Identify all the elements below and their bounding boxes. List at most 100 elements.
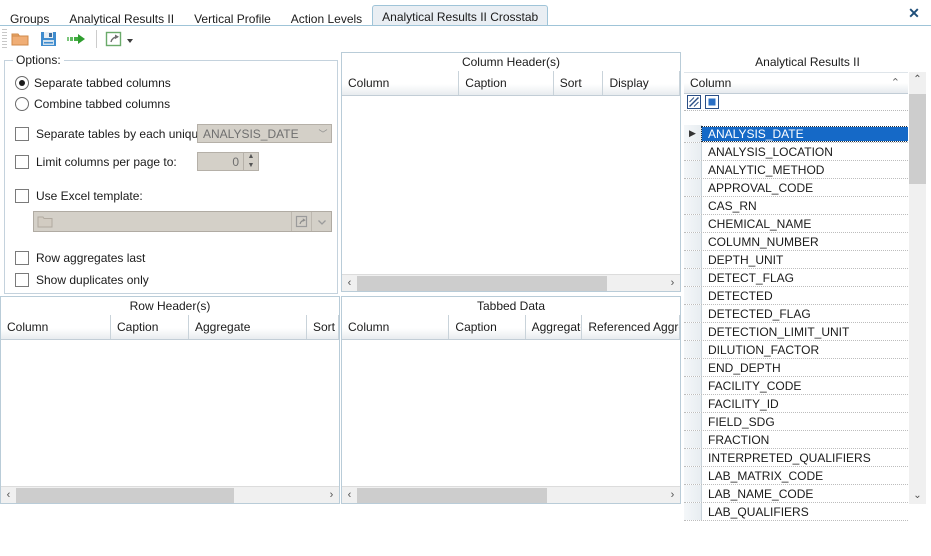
row-selector[interactable]	[684, 143, 702, 160]
list-item[interactable]: DEPTH_UNIT	[684, 251, 908, 269]
list-item[interactable]: CAS_RN	[684, 197, 908, 215]
list-item[interactable]: FRACTION	[684, 431, 908, 449]
limit-columns-stepper[interactable]: 0 ▲ ▼	[197, 152, 259, 171]
row-selector[interactable]	[684, 431, 702, 448]
separate-tables-combo[interactable]: ANALYSIS_DATE ﹀	[197, 124, 332, 143]
checkbox-row-aggregates-last[interactable]: Row aggregates last	[15, 251, 145, 265]
list-item[interactable]: ▶ ANALYSIS_DATE	[684, 125, 908, 143]
hscroll-thumb[interactable]	[357, 487, 547, 503]
chevron-down-icon[interactable]	[311, 212, 331, 231]
row-selector[interactable]	[684, 305, 702, 322]
list-item[interactable]: ANALYTIC_METHOD	[684, 161, 908, 179]
list-item[interactable]: DETECTED_FLAG	[684, 305, 908, 323]
list-item[interactable]: FIELD_SDG	[684, 413, 908, 431]
row-selector[interactable]	[684, 413, 702, 430]
sort-ascending-icon[interactable]: ⌃	[891, 72, 900, 94]
grid-col-aggregate[interactable]: Aggregate	[189, 315, 307, 339]
list-item[interactable]: END_DEPTH	[684, 359, 908, 377]
results-vscrollbar[interactable]: ⌃ ⌄	[909, 72, 926, 504]
grid-col-column[interactable]: Column	[1, 315, 111, 339]
hscroll-track[interactable]	[357, 487, 665, 503]
scroll-left-icon[interactable]: ‹	[342, 276, 357, 291]
browse-icon[interactable]	[291, 212, 311, 231]
grid-col-aggregate[interactable]: Aggregate	[525, 315, 583, 339]
scroll-left-icon[interactable]: ‹	[1, 488, 16, 503]
column-headers-grid-body[interactable]	[342, 96, 680, 286]
grid-col-caption[interactable]: Caption	[459, 71, 554, 95]
stepper-down-icon[interactable]: ▼	[244, 162, 258, 171]
row-selector[interactable]	[684, 179, 702, 196]
hscroll-track[interactable]	[16, 487, 324, 503]
checkbox-separate-tables[interactable]: Separate tables by each unique:	[15, 127, 208, 141]
row-headers-grid-body[interactable]	[1, 340, 339, 487]
grid-col-column[interactable]: Column	[342, 315, 450, 339]
row-selector-arrow-icon[interactable]: ▶	[684, 125, 702, 142]
checkbox-limit-columns[interactable]: Limit columns per page to:	[15, 155, 177, 169]
row-selector[interactable]	[684, 467, 702, 484]
row-selector[interactable]	[684, 377, 702, 394]
results-column-header[interactable]: Column ⌃	[684, 72, 908, 94]
hscroll-thumb[interactable]	[357, 275, 607, 291]
scroll-down-icon[interactable]: ⌄	[909, 488, 926, 504]
open-icon[interactable]	[10, 30, 30, 48]
row-selector[interactable]	[684, 161, 702, 178]
vscroll-thumb[interactable]	[909, 94, 926, 184]
grid-col-caption[interactable]: Caption	[449, 315, 526, 339]
radio-separate-tabbed-columns[interactable]: Separate tabbed columns	[15, 76, 171, 90]
row-selector[interactable]	[684, 197, 702, 214]
close-icon[interactable]: ✕	[905, 4, 923, 22]
list-item[interactable]: INTERPRETED_QUALIFIERS	[684, 449, 908, 467]
vscroll-track[interactable]	[909, 88, 926, 488]
grid-col-column[interactable]: Column	[342, 71, 460, 95]
row-selector[interactable]	[684, 251, 702, 268]
row-selector[interactable]	[684, 449, 702, 466]
list-item[interactable]: FACILITY_CODE	[684, 377, 908, 395]
export-dropdown-icon[interactable]	[124, 30, 136, 48]
checkbox-show-duplicates-only[interactable]: Show duplicates only	[15, 273, 149, 287]
list-item[interactable]: ANALYSIS_LOCATION	[684, 143, 908, 161]
row-selector[interactable]	[684, 287, 702, 304]
row-selector[interactable]	[684, 269, 702, 286]
stepper-up-icon[interactable]: ▲	[244, 153, 258, 162]
list-item[interactable]: DETECTION_LIMIT_UNIT	[684, 323, 908, 341]
tabbed-data-hscrollbar[interactable]: ‹ ›	[342, 486, 680, 503]
grid-col-sort[interactable]: Sort	[553, 71, 604, 95]
hscroll-thumb[interactable]	[16, 487, 234, 503]
row-selector[interactable]	[684, 395, 702, 412]
scroll-up-icon[interactable]: ⌃	[909, 72, 926, 88]
list-item[interactable]: FACILITY_ID	[684, 395, 908, 413]
grid-col-sort[interactable]: Sort	[307, 315, 339, 339]
list-item[interactable]: LAB_QUALIFIERS	[684, 503, 908, 521]
toolbar-grip[interactable]	[2, 29, 7, 49]
row-headers-hscrollbar[interactable]: ‹ ›	[1, 486, 339, 503]
row-selector[interactable]	[684, 323, 702, 340]
save-icon[interactable]	[38, 30, 58, 48]
row-selector[interactable]	[684, 233, 702, 250]
row-selector[interactable]	[684, 215, 702, 232]
row-selector[interactable]	[684, 503, 702, 520]
list-item[interactable]: DETECT_FLAG	[684, 269, 908, 287]
stepper-buttons[interactable]: ▲ ▼	[243, 153, 258, 170]
radio-combine-tabbed-columns[interactable]: Combine tabbed columns	[15, 97, 170, 111]
scroll-right-icon[interactable]: ›	[665, 488, 680, 503]
column-headers-hscrollbar[interactable]: ‹ ›	[342, 274, 680, 291]
scroll-left-icon[interactable]: ‹	[342, 488, 357, 503]
row-selector[interactable]	[684, 341, 702, 358]
row-selector[interactable]	[684, 485, 702, 502]
grid-col-caption[interactable]: Caption	[111, 315, 189, 339]
scroll-right-icon[interactable]: ›	[665, 276, 680, 291]
list-item[interactable]: DETECTED	[684, 287, 908, 305]
results-list[interactable]: ▶ ANALYSIS_DATE ANALYSIS_LOCATION ANALYTI…	[684, 125, 908, 556]
hscroll-track[interactable]	[357, 275, 665, 291]
filter-stop-icon[interactable]	[705, 95, 719, 109]
list-item[interactable]: COLUMN_NUMBER	[684, 233, 908, 251]
tabbed-data-grid-body[interactable]	[342, 340, 680, 487]
list-item[interactable]: APPROVAL_CODE	[684, 179, 908, 197]
list-item[interactable]: LAB_NAME_CODE	[684, 485, 908, 503]
list-item[interactable]: LAB_MATRIX_CODE	[684, 467, 908, 485]
results-filter-row[interactable]	[684, 94, 908, 111]
run-arrow-icon[interactable]	[66, 30, 86, 48]
scroll-right-icon[interactable]: ›	[324, 488, 339, 503]
list-item[interactable]: CHEMICAL_NAME	[684, 215, 908, 233]
excel-template-filebox[interactable]	[33, 211, 332, 232]
